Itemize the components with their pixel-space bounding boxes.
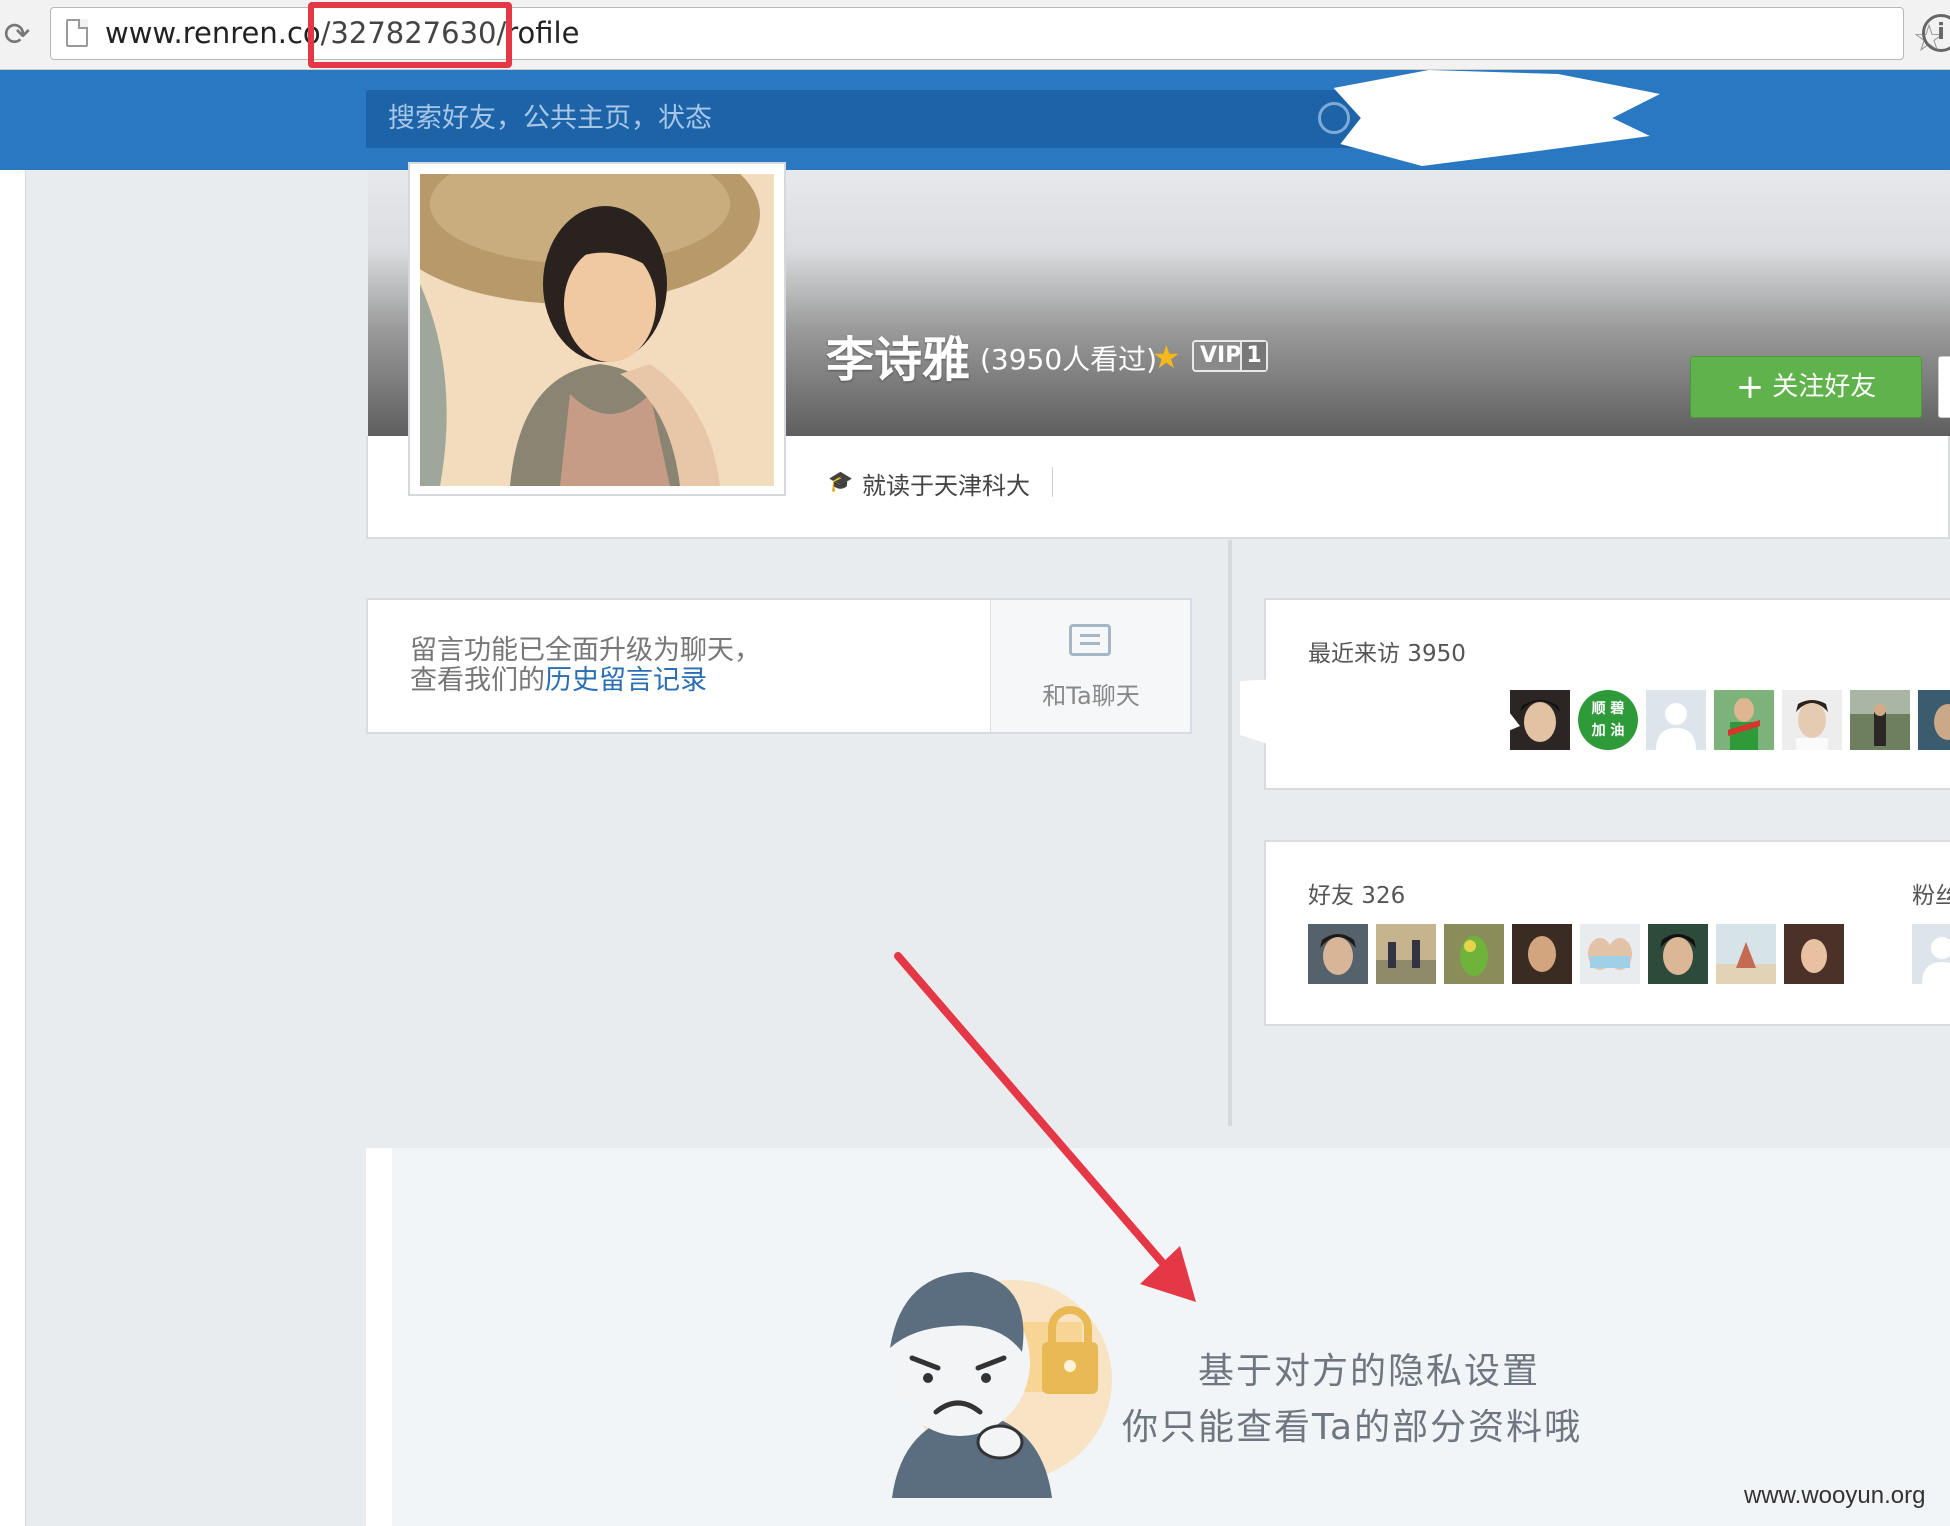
- url-highlight-box: [308, 2, 512, 68]
- search-bar[interactable]: 搜索好友，公共主页，状态: [366, 90, 1366, 148]
- friend-photo: [1580, 924, 1640, 984]
- friend-photo: [1444, 924, 1504, 984]
- search-input[interactable]: 搜索好友，公共主页，状态: [388, 90, 712, 148]
- visitor-badge-text: 顺 碧 加 油: [1591, 701, 1625, 739]
- visitor-photo: [1714, 690, 1774, 750]
- history-messages-link[interactable]: 历史留言记录: [545, 665, 707, 696]
- visitor-avatar-placeholder[interactable]: [1646, 690, 1706, 750]
- friend-avatar[interactable]: [1580, 924, 1640, 984]
- star-icon: ★: [1152, 338, 1181, 376]
- friend-photo: [1308, 924, 1368, 984]
- privacy-illustration: [882, 1262, 1122, 1498]
- graduation-cap-icon: 🎓: [828, 469, 853, 493]
- chat-button[interactable]: 和Ta聊天: [990, 600, 1190, 732]
- friend-photo: [1784, 924, 1844, 984]
- url-prefix: www.renren.co: [105, 16, 321, 50]
- visit-count: (3950人看过): [980, 343, 1158, 376]
- message-notice-prefix: 查看我们的: [410, 665, 545, 696]
- chat-bubble-icon: [1069, 624, 1111, 656]
- avatar[interactable]: [420, 174, 774, 486]
- chat-label: 和Ta聊天: [1042, 682, 1140, 710]
- vip-level: 1: [1240, 342, 1266, 370]
- visitor-avatar[interactable]: [1714, 690, 1774, 750]
- visitor-avatar[interactable]: [1850, 690, 1910, 750]
- friend-avatar[interactable]: [1512, 924, 1572, 984]
- divider: [1052, 467, 1053, 497]
- friend-avatar[interactable]: [1716, 924, 1776, 984]
- vip-badge[interactable]: VIP 1: [1192, 340, 1268, 372]
- friend-photo: [1376, 924, 1436, 984]
- fans-title: 粉丝: [1912, 883, 1950, 909]
- message-board: 留言功能已全面升级为聊天， 查看我们的历史留言记录 和Ta聊天: [366, 598, 1192, 734]
- watermark: www.wooyun.org: [1744, 1482, 1926, 1509]
- visitor-avatar[interactable]: [1510, 690, 1570, 750]
- avatar-frame[interactable]: [408, 162, 786, 496]
- plus-icon: +: [1735, 367, 1765, 407]
- message-notice-line2: 查看我们的历史留言记录: [410, 658, 707, 697]
- follow-button[interactable]: + 关注好友: [1690, 356, 1922, 418]
- reload-icon[interactable]: ⟳: [0, 14, 34, 54]
- url-suffix: rofile: [506, 16, 580, 50]
- visitor-avatar[interactable]: 顺 碧 加 油: [1578, 690, 1638, 750]
- privacy-message-line1: 基于对方的隐私设置: [1198, 1351, 1541, 1392]
- friend-avatar[interactable]: [1308, 924, 1368, 984]
- visitor-avatar[interactable]: [1782, 690, 1842, 750]
- profile-name: 李诗雅: [826, 332, 971, 388]
- column-divider: [1228, 540, 1232, 1126]
- privacy-notice: 基于对方的隐私设置 你只能查看Ta的部分资料哦: [366, 1148, 1950, 1526]
- recent-visitors-title: 最近来访 3950: [1308, 641, 1466, 667]
- school-info: 就读于天津科大: [862, 472, 1030, 500]
- visitor-photo: [1850, 690, 1910, 750]
- avatar-photo: [420, 174, 774, 486]
- more-button[interactable]: [1938, 356, 1950, 418]
- default-avatar-icon: [1656, 703, 1696, 750]
- left-rail: [0, 170, 26, 1526]
- friend-avatar[interactable]: [1784, 924, 1844, 984]
- vip-label: VIP: [1200, 343, 1242, 368]
- visitor-photo: [1510, 690, 1570, 750]
- default-avatar-icon: [1922, 937, 1950, 984]
- privacy-message-line2: 你只能查看Ta的部分资料哦: [1122, 1407, 1583, 1448]
- friend-avatar[interactable]: [1444, 924, 1504, 984]
- visitor-photo: [1782, 690, 1842, 750]
- friends-panel: 好友 326 粉丝: [1264, 840, 1950, 1026]
- page-icon: [66, 19, 88, 47]
- sad-person-lock-illustration: [890, 1272, 1112, 1498]
- search-icon[interactable]: [1318, 102, 1350, 134]
- visitor-photo: [1918, 690, 1950, 750]
- friend-avatar[interactable]: [1648, 924, 1708, 984]
- visitor-avatar[interactable]: [1918, 690, 1950, 750]
- follow-label: 关注好友: [1772, 372, 1877, 402]
- site-header: 搜索好友，公共主页，状态: [0, 70, 1950, 170]
- friends-title: 好友 326: [1308, 883, 1406, 909]
- friend-photo: [1512, 924, 1572, 984]
- fan-avatar-placeholder[interactable]: [1912, 924, 1950, 984]
- friend-photo: [1716, 924, 1776, 984]
- friend-avatar[interactable]: [1376, 924, 1436, 984]
- browser-toolbar: ⟳ www.renren.co/327827630/rofile ☆ i: [0, 0, 1950, 70]
- friend-photo: [1648, 924, 1708, 984]
